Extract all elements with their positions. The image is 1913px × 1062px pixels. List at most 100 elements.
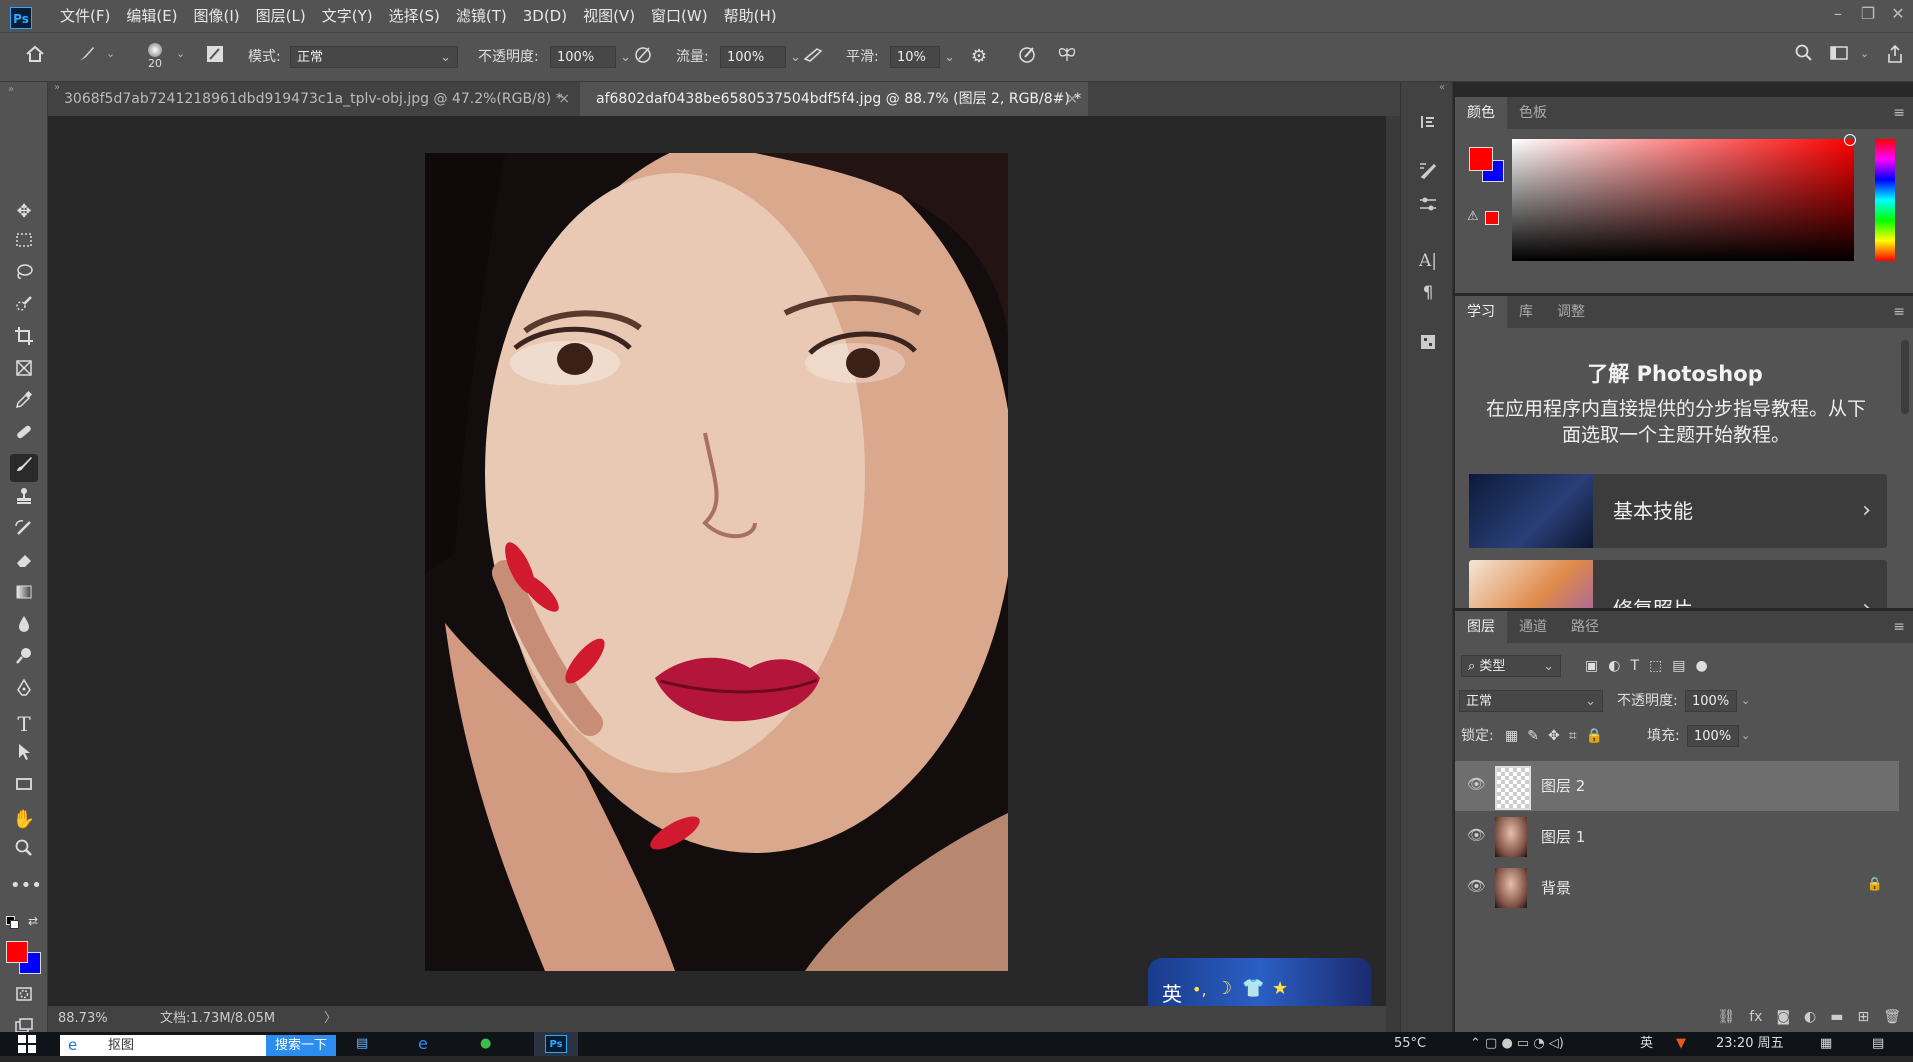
learn-card-fix-photo[interactable]: 修复照片 › (1469, 560, 1887, 608)
lasso-tool-icon[interactable] (10, 262, 38, 290)
brushes-panel-icon[interactable] (1415, 160, 1441, 186)
link-layers-icon[interactable]: ⛓ (1717, 1002, 1735, 1032)
marquee-tool-icon[interactable] (10, 230, 38, 258)
history-panel-icon[interactable] (1415, 112, 1441, 138)
quick-selection-tool-icon[interactable] (10, 294, 38, 322)
tab-color[interactable]: 颜色 (1455, 97, 1507, 129)
menu-view[interactable]: 视图(V) (575, 0, 643, 32)
quick-mask-icon[interactable] (10, 984, 38, 1012)
moon-icon[interactable]: ☽ (1216, 978, 1232, 999)
character-panel-icon[interactable]: A| (1415, 248, 1441, 274)
tab-adjustments[interactable]: 调整 (1545, 296, 1597, 328)
star-icon[interactable]: ★ (1272, 978, 1288, 999)
tab-swatches[interactable]: 色板 (1507, 97, 1559, 129)
layer-name[interactable]: 图层 1 (1541, 812, 1585, 862)
new-layer-icon[interactable]: ⊞ (1857, 1002, 1869, 1032)
lock-position-icon[interactable]: ✥ (1548, 725, 1560, 747)
gamut-color-chip[interactable] (1485, 211, 1499, 225)
ime-punctuation-icon[interactable]: •, (1192, 980, 1207, 999)
lock-all-icon[interactable]: 🔒 (1586, 725, 1603, 747)
brush-tool-preset-icon[interactable] (74, 44, 100, 70)
tab-libraries[interactable]: 库 (1507, 296, 1545, 328)
smart-object-filter-icon[interactable]: ▤ (1672, 655, 1685, 677)
keyboard-tray-icon[interactable]: ▦ (1820, 1032, 1832, 1056)
edge-browser-icon[interactable]: e (418, 1032, 448, 1056)
panel-foreground-swatch[interactable] (1469, 147, 1493, 171)
tab-channels[interactable]: 通道 (1507, 611, 1559, 643)
lock-transparency-icon[interactable]: ▦ (1505, 725, 1518, 747)
pen-tool-icon[interactable] (10, 678, 38, 706)
gear-icon[interactable]: ⚙ (966, 44, 992, 70)
eye-icon[interactable]: 👁 (1467, 877, 1486, 895)
input-language-indicator[interactable]: 英 (1640, 1032, 1653, 1056)
zoom-level[interactable]: 88.73% (58, 1006, 108, 1032)
menu-file[interactable]: 文件(F) (52, 0, 118, 32)
tray-icons[interactable]: ⌃ ▢ ● ▭ ◔ ◁) (1470, 1032, 1564, 1056)
chevron-down-icon[interactable]: ⌄ (1741, 690, 1750, 712)
symmetry-butterfly-icon[interactable] (1054, 44, 1080, 70)
hue-slider[interactable] (1875, 139, 1895, 261)
lock-pixels-icon[interactable]: ✎ (1527, 725, 1539, 747)
tab-document-2[interactable]: af6802daf0438be6580537504bdf5f4.jpg @ 88… (580, 82, 1088, 116)
tab-paths[interactable]: 路径 (1559, 611, 1611, 643)
chevron-down-icon[interactable]: ⌄ (1741, 725, 1750, 747)
eraser-tool-icon[interactable] (10, 550, 38, 578)
menu-filter[interactable]: 滤镜(T) (448, 0, 515, 32)
panel-menu-icon[interactable]: ≡ (1893, 296, 1905, 328)
eye-icon[interactable]: 👁 (1467, 775, 1486, 793)
add-mask-icon[interactable]: ◙ (1776, 1002, 1790, 1032)
frame-tool-icon[interactable] (10, 358, 38, 386)
layer-name[interactable]: 图层 2 (1541, 761, 1585, 811)
color-field[interactable] (1512, 139, 1854, 261)
brush-tool-icon[interactable] (10, 454, 38, 482)
taskbar-clock[interactable]: 23:20 周五 (1716, 1032, 1784, 1056)
gamut-warning-icon[interactable]: ⚠ (1467, 209, 1479, 224)
layer-filter-select[interactable]: ⌕ 类型 ⌄ (1461, 655, 1561, 677)
pressure-opacity-icon[interactable] (630, 44, 656, 70)
app-green-icon[interactable]: ● (480, 1032, 510, 1056)
layer-name[interactable]: 背景 (1541, 863, 1571, 913)
chevron-down-icon[interactable]: ⌄ (1860, 47, 1869, 60)
tab-document-1[interactable]: 3068f5d7ab7241218961dbd919473c1a_tplv-ob… (48, 82, 580, 116)
eyedropper-tool-icon[interactable] (10, 390, 38, 418)
fill-input[interactable]: 100% (1687, 725, 1739, 747)
type-tool-icon[interactable]: T (10, 710, 38, 738)
zoom-tool-icon[interactable] (10, 838, 38, 866)
pressure-size-icon[interactable] (1014, 44, 1040, 70)
layer-row-background[interactable]: 👁 背景 🔒 (1455, 863, 1899, 913)
smoothing-input[interactable]: 10% ⌄ (890, 46, 955, 68)
healing-brush-tool-icon[interactable] (10, 422, 38, 450)
dodge-tool-icon[interactable] (10, 646, 38, 674)
menu-help[interactable]: 帮助(H) (716, 0, 785, 32)
tab-layers[interactable]: 图层 (1455, 611, 1507, 643)
3d-panel-icon[interactable] (1415, 332, 1441, 358)
vertical-scrollbar[interactable] (1386, 116, 1400, 1032)
rectangle-tool-icon[interactable] (10, 774, 38, 802)
foreground-color-swatch[interactable] (6, 941, 28, 963)
menu-window[interactable]: 窗口(W) (643, 0, 716, 32)
color-picker-handle[interactable] (1844, 134, 1856, 146)
airbrush-icon[interactable] (800, 44, 826, 70)
menu-edit[interactable]: 编辑(E) (118, 0, 185, 32)
close-icon[interactable]: × (558, 82, 570, 116)
default-colors-icon[interactable] (6, 916, 19, 929)
layer-style-fx-icon[interactable]: fx (1749, 1002, 1762, 1032)
tab-learn[interactable]: 学习 (1455, 296, 1507, 328)
file-explorer-icon[interactable]: ▤ (356, 1032, 386, 1056)
menu-select[interactable]: 选择(S) (381, 0, 448, 32)
chevron-down-icon[interactable]: ⌄ (176, 47, 185, 60)
search-icon[interactable] (1791, 44, 1817, 70)
swap-colors-icon[interactable]: ⇄ (28, 914, 38, 928)
menu-type[interactable]: 文字(Y) (314, 0, 381, 32)
close-icon[interactable]: × (1066, 82, 1078, 116)
layer-opacity-input[interactable]: 100% (1685, 690, 1737, 712)
mode-select[interactable]: 正常 ⌄ (290, 46, 458, 68)
paragraph-panel-icon[interactable]: ¶ (1415, 280, 1441, 306)
document-canvas-image[interactable] (425, 153, 1008, 971)
close-window-button[interactable]: ✕ (1883, 0, 1913, 32)
share-icon[interactable] (1882, 44, 1908, 70)
pixel-filter-icon[interactable]: ▣ (1585, 655, 1598, 677)
blend-mode-select[interactable]: 正常 ⌄ (1459, 690, 1603, 712)
minimize-button[interactable]: – (1823, 0, 1853, 32)
history-brush-tool-icon[interactable] (10, 518, 38, 546)
